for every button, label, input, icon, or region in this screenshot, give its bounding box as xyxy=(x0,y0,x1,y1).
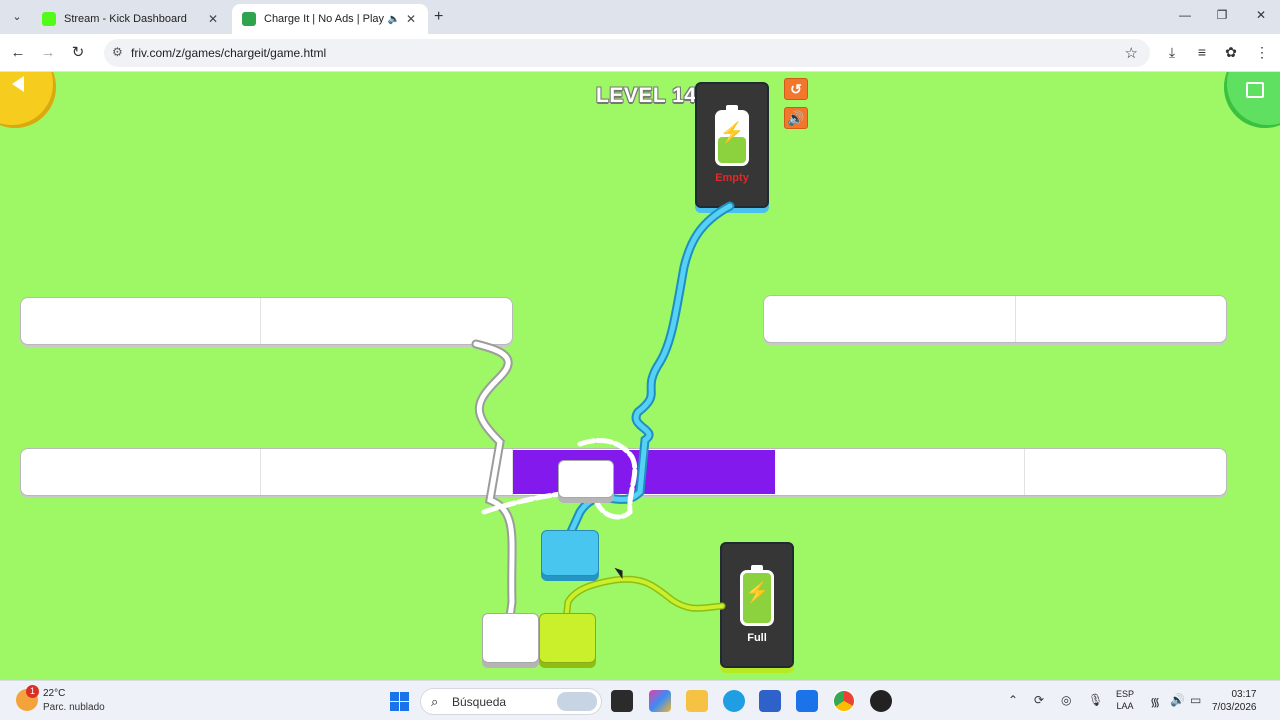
edge-browser-icon[interactable] xyxy=(723,690,745,712)
network-icon[interactable]: ◎ xyxy=(1061,693,1071,707)
lime-plug-base[interactable] xyxy=(539,613,596,663)
language-indicator[interactable]: ESP LAA xyxy=(1116,688,1134,712)
tab-kick-dashboard[interactable]: Stream - Kick Dashboard ✕ xyxy=(32,4,230,34)
volume-icon[interactable]: 🔊 xyxy=(1170,693,1185,707)
taskbar-search[interactable]: ⌕ Búsqueda xyxy=(420,688,602,715)
minimize-icon[interactable]: — xyxy=(1175,8,1195,22)
microphone-icon[interactable]: 🎙 xyxy=(1088,693,1103,707)
system-clock[interactable]: 03:17 7/03/2026 xyxy=(1212,688,1257,714)
tab-charge-it[interactable]: Charge It | No Ads | Play At 🔈 ✕ xyxy=(232,4,428,34)
bookmark-star-icon[interactable]: ☆ xyxy=(1125,44,1138,62)
outlook-icon[interactable] xyxy=(796,690,818,712)
white-cable-core xyxy=(473,341,515,620)
media-control-icon[interactable]: ≡ xyxy=(1193,44,1211,60)
url-text[interactable]: friv.com/z/games/chargeit/game.html xyxy=(131,46,326,60)
address-bar[interactable]: ⚙ friv.com/z/games/chargeit/game.html ☆ xyxy=(104,39,1150,67)
site-settings-icon[interactable]: ⚙ xyxy=(112,45,123,59)
microsoft-store-icon[interactable] xyxy=(759,690,781,712)
search-icon: ⌕ xyxy=(431,694,439,709)
speaker-icon[interactable]: 🔈 xyxy=(388,14,400,25)
reload-icon[interactable]: ↻ xyxy=(68,43,88,63)
tab-title: Charge It | No Ads | Play At xyxy=(264,13,384,25)
tab-title: Stream - Kick Dashboard xyxy=(64,13,187,25)
white-plug-base[interactable] xyxy=(482,613,539,663)
friv-favicon-icon xyxy=(242,12,256,26)
close-tab-icon[interactable]: ✕ xyxy=(404,12,418,26)
forward-arrow-icon[interactable]: → xyxy=(38,43,58,63)
extensions-icon[interactable]: ✿ xyxy=(1222,44,1240,61)
more-menu-icon[interactable]: ⋮ xyxy=(1253,44,1271,61)
task-view-icon[interactable] xyxy=(611,690,633,712)
wifi-icon[interactable]: ᯾ xyxy=(1150,693,1160,710)
kick-favicon-icon xyxy=(42,12,56,26)
game-canvas[interactable]: LEVEL 14 ↺ 🔊 ⚡ Empty ⚡ Full xyxy=(0,72,1280,680)
restore-icon[interactable]: ❐ xyxy=(1212,8,1232,22)
wire-layer xyxy=(471,201,735,624)
blue-plug[interactable] xyxy=(541,530,599,576)
close-tab-icon[interactable]: ✕ xyxy=(206,12,220,26)
notification-badge: 1 xyxy=(26,685,39,698)
clock-time: 03:17 xyxy=(1231,689,1257,700)
windows-start-icon[interactable] xyxy=(390,692,409,711)
browser-tab-strip: ⌄ Stream - Kick Dashboard ✕ Charge It | … xyxy=(0,0,1280,34)
battery-icon[interactable]: ▭ xyxy=(1190,693,1201,707)
browser-toolbar: ← → ↻ ⚙ friv.com/z/games/chargeit/game.h… xyxy=(0,34,1280,72)
search-placeholder: Búsqueda xyxy=(452,695,507,709)
windows-taskbar: 1 22°C Parc. nublado ⌕ Búsqueda ⌃ ⟳ ◎ 🎙 … xyxy=(0,680,1280,720)
keyboard-layout: LAA xyxy=(1116,701,1134,711)
weather-condition-text[interactable]: Parc. nublado xyxy=(43,702,105,713)
show-hidden-icons-chevron-icon[interactable]: ⌃ xyxy=(1008,693,1018,707)
tab-search-chevron-icon[interactable]: ⌄ xyxy=(8,8,26,26)
copilot-icon[interactable] xyxy=(649,690,671,712)
back-arrow-icon[interactable]: ← xyxy=(8,43,28,63)
temperature-text[interactable]: 22°C xyxy=(43,688,65,699)
download-icon[interactable]: ⤓ xyxy=(1163,44,1181,61)
sync-icon[interactable]: ⟳ xyxy=(1034,693,1044,707)
chrome-icon[interactable] xyxy=(833,690,855,712)
search-highlight-icon xyxy=(557,692,597,711)
file-explorer-icon[interactable] xyxy=(686,690,708,712)
white-plug-on-charger[interactable] xyxy=(558,460,614,498)
new-tab-plus-icon[interactable]: + xyxy=(434,8,443,26)
clock-date: 7/03/2026 xyxy=(1212,702,1257,713)
language-code: ESP xyxy=(1116,689,1135,699)
close-window-icon[interactable]: ✕ xyxy=(1251,8,1271,22)
obs-studio-icon[interactable] xyxy=(870,690,892,712)
